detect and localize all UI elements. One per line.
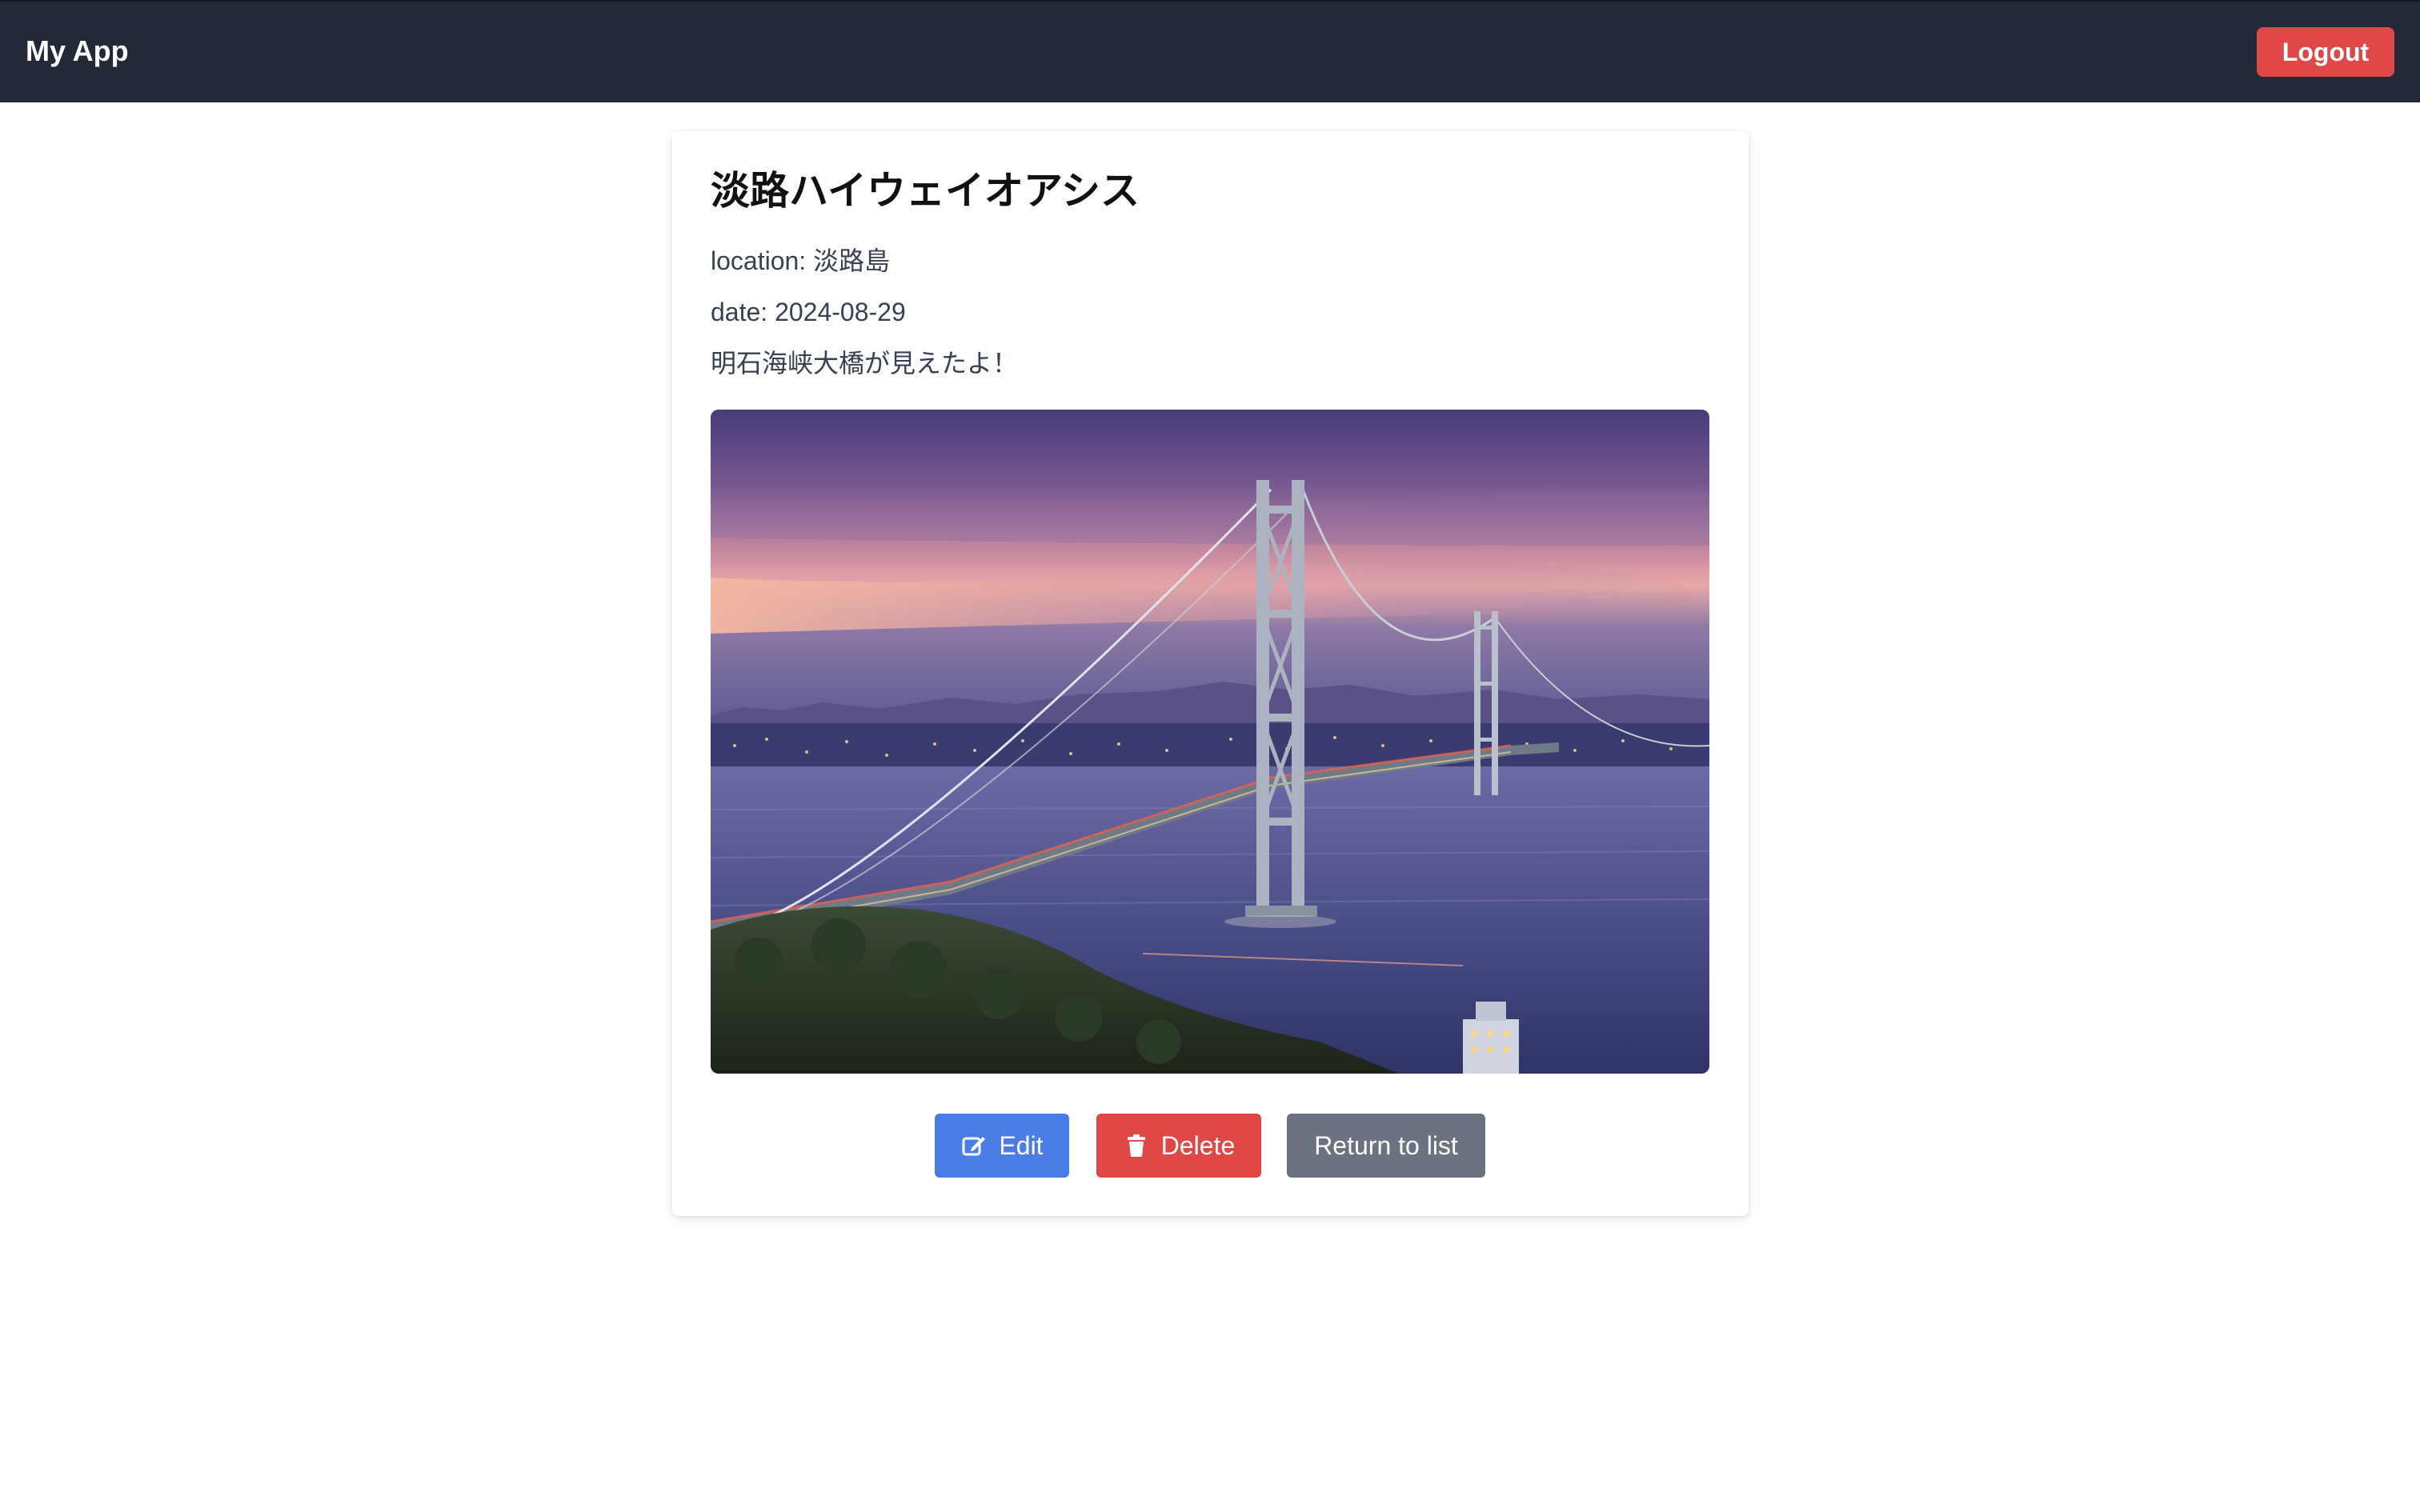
logout-button[interactable]: Logout <box>2257 27 2394 77</box>
post-detail-card: 淡路ハイウェイオアシス location: 淡路島 date: 2024-08-… <box>672 131 1749 1216</box>
delete-button[interactable]: Delete <box>1096 1114 1261 1178</box>
post-photo <box>711 410 1709 1074</box>
return-to-list-button[interactable]: Return to list <box>1287 1114 1485 1178</box>
return-to-list-label: Return to list <box>1314 1130 1458 1160</box>
post-location: location: 淡路島 <box>711 246 891 275</box>
bridge-photo-illustration <box>711 410 1709 1074</box>
app-brand[interactable]: My App <box>26 34 129 69</box>
edit-button[interactable]: Edit <box>935 1114 1069 1178</box>
post-date: date: 2024-08-29 <box>711 298 906 326</box>
post-title: 淡路ハイウェイオアシス <box>711 170 1140 213</box>
edit-button-label: Edit <box>999 1130 1044 1160</box>
delete-button-label: Delete <box>1160 1130 1236 1160</box>
top-navbar: My App Logout <box>0 0 2420 102</box>
post-comment: 明石海峡大橋が見えたよ！ <box>711 349 1019 378</box>
edit-icon <box>960 1132 988 1159</box>
trash-icon <box>1123 1132 1150 1159</box>
